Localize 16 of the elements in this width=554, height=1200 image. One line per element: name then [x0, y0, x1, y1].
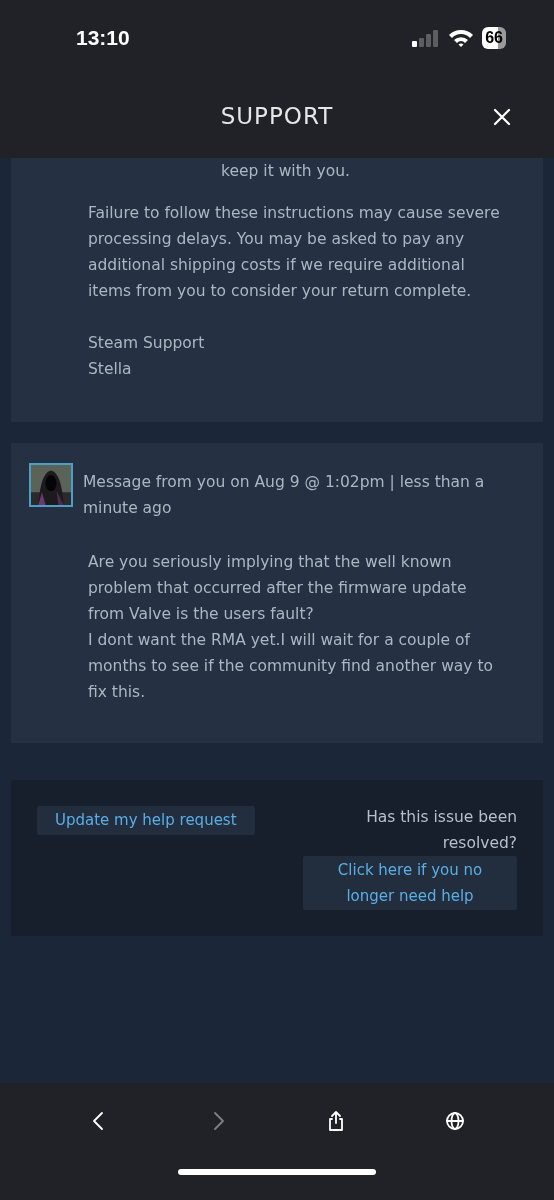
- wifi-icon: [448, 28, 475, 47]
- resolve-button[interactable]: Click here if you no longer need help: [303, 856, 517, 910]
- signature-text: Steam Support: [88, 333, 206, 354]
- close-icon[interactable]: [493, 107, 511, 126]
- message-meta: Message from you on Aug 9 @ 1:02pm | less than a minute ago: [83, 472, 486, 519]
- resolved-question: Has this issue been resolved?: [365, 807, 517, 854]
- page-title: SUPPORT: [220, 102, 334, 132]
- message-text: Are you seriously implying that the well known problem that occurred after the firmware update from Valve is the users fault?: [88, 552, 468, 625]
- message-text: I dont want the RMA yet.I will wait for a couple of months to see if the community find another way to fix this.: [88, 630, 494, 703]
- clock-time: 13:10: [76, 24, 130, 51]
- battery-level: 66: [482, 26, 506, 49]
- message-text: keep it with you.: [220, 161, 351, 182]
- message-text: Failure to follow these instructions may cause severe processing delays. You may be asked to pay any additional shipping costs if we require additional items from you to consider your return complete.: [88, 203, 501, 302]
- signature-text: Stella: [88, 359, 133, 380]
- signal-icon: [412, 28, 441, 47]
- update-request-button[interactable]: Update my help request: [37, 806, 255, 835]
